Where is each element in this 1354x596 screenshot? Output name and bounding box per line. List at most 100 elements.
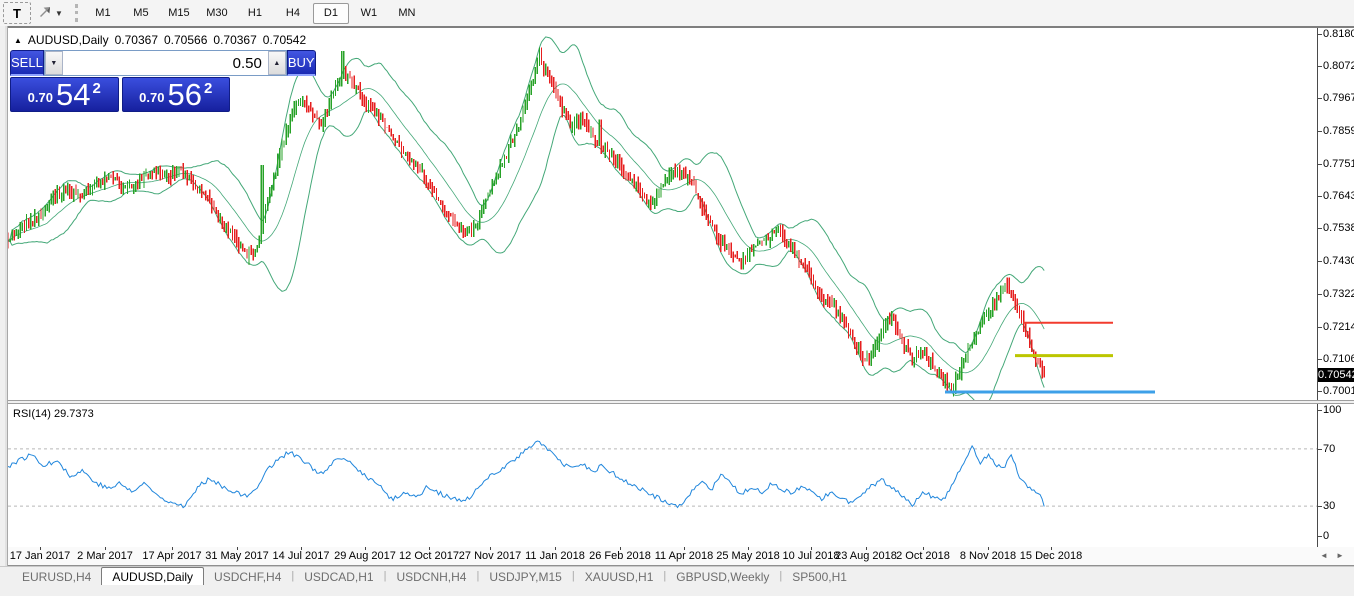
rsi-axis-tick bbox=[1318, 506, 1322, 507]
timeframe-button-mn[interactable]: MN bbox=[389, 3, 425, 24]
buy-price-pip: 2 bbox=[204, 80, 212, 97]
chart-tab-sp500[interactable]: SP500,H1 bbox=[782, 568, 857, 585]
text-tool-icon: T bbox=[13, 6, 21, 21]
date-axis-label: 11 Jan 2018 bbox=[525, 550, 585, 562]
rsi-axis-label: 100 bbox=[1323, 404, 1354, 416]
ohlc-open: 0.70367 bbox=[115, 33, 158, 47]
buy-price-button[interactable]: 0.70 56 2 bbox=[122, 77, 231, 112]
chart-tab-audusd[interactable]: AUDUSD,Daily bbox=[101, 567, 204, 585]
price-axis-tick bbox=[1318, 66, 1322, 67]
workspace-left-divider bbox=[0, 26, 8, 585]
ohlc-close: 0.70542 bbox=[263, 33, 306, 47]
price-axis-label: 0.80720 bbox=[1323, 60, 1354, 72]
date-axis-label: 26 Feb 2018 bbox=[589, 550, 651, 562]
price-axis-label: 0.76430 bbox=[1323, 190, 1354, 202]
date-axis-label: 27 Nov 2017 bbox=[459, 550, 521, 562]
chart-tab-gbpusd[interactable]: GBPUSD,Weekly bbox=[666, 568, 779, 585]
timeframe-button-w1[interactable]: W1 bbox=[351, 3, 387, 24]
price-axis-tick bbox=[1318, 131, 1322, 132]
price-axis-label: 0.70010 bbox=[1323, 385, 1354, 397]
timeframe-button-h1[interactable]: H1 bbox=[237, 3, 273, 24]
date-axis-label: 8 Nov 2018 bbox=[960, 550, 1016, 562]
timeframe-button-m5[interactable]: M5 bbox=[123, 3, 159, 24]
rsi-axis-tick bbox=[1318, 449, 1322, 450]
date-axis-label: 2 Mar 2017 bbox=[77, 550, 133, 562]
date-axis[interactable]: ◄ ► 17 Jan 2017 2 Mar 2017 17 Apr 2017 31 M… bbox=[8, 547, 1354, 565]
date-axis-label: 17 Jan 2017 bbox=[10, 550, 71, 562]
price-axis-label: 0.78590 bbox=[1323, 125, 1354, 137]
timeframe-button-h4[interactable]: H4 bbox=[275, 3, 311, 24]
pane-splitter[interactable] bbox=[8, 400, 1354, 404]
chart-ohlc-header: ▲ AUDUSD,Daily 0.70367 0.70566 0.70367 0… bbox=[14, 33, 306, 47]
date-axis-label: 2 Oct 2018 bbox=[896, 550, 950, 562]
chart-tab-xauusd[interactable]: XAUUSD,H1 bbox=[575, 568, 664, 585]
rsi-indicator-label: RSI(14) 29.7373 bbox=[13, 408, 94, 420]
price-axis-tick bbox=[1318, 164, 1322, 165]
rsi-axis-label: 30 bbox=[1323, 500, 1354, 512]
chart-tab-usdcad[interactable]: USDCAD,H1 bbox=[294, 568, 383, 585]
volume-increase-button[interactable]: ▲ bbox=[268, 51, 286, 75]
price-axis-label: 0.71060 bbox=[1323, 353, 1354, 365]
tab-scroll-right-icon[interactable]: ► bbox=[1336, 551, 1344, 560]
price-axis-tick bbox=[1318, 294, 1322, 295]
timeframe-button-m15[interactable]: M15 bbox=[161, 3, 197, 24]
timeframe-button-m30[interactable]: M30 bbox=[199, 3, 235, 24]
date-axis-label: 11 Apr 2018 bbox=[655, 550, 714, 562]
current-price-tag: 0.70542 bbox=[1318, 368, 1354, 382]
date-axis-label: 15 Dec 2018 bbox=[1020, 550, 1082, 562]
sell-button[interactable]: SELL bbox=[10, 50, 44, 76]
date-axis-label: 14 Jul 2017 bbox=[273, 550, 330, 562]
volume-input[interactable] bbox=[63, 51, 268, 75]
buy-price-prefix: 0.70 bbox=[139, 90, 164, 105]
price-axis-tick bbox=[1318, 391, 1322, 392]
text-label-tool-button[interactable]: T bbox=[3, 2, 31, 24]
price-axis-label: 0.75380 bbox=[1323, 222, 1354, 234]
date-axis-label: 10 Jul 2018 bbox=[783, 550, 840, 562]
one-click-trading-panel: SELL ▼ ▲ BUY 0.70 54 2 0.70 bbox=[10, 50, 230, 112]
rsi-axis-label: 0 bbox=[1323, 530, 1354, 542]
rsi-chart-canvas[interactable] bbox=[8, 404, 1317, 547]
chart-tab-usdchf[interactable]: USDCHF,H4 bbox=[204, 568, 291, 585]
ohlc-high: 0.70566 bbox=[164, 33, 207, 47]
chart-symbol-label: AUDUSD,Daily bbox=[28, 33, 109, 47]
sell-button-label: SELL bbox=[11, 55, 43, 70]
chart-tab-usdjpy[interactable]: USDJPY,M15 bbox=[479, 568, 571, 585]
price-axis-label: 0.81800 bbox=[1323, 28, 1354, 40]
price-axis-label: 0.74300 bbox=[1323, 255, 1354, 267]
price-axis-tick bbox=[1318, 98, 1322, 99]
arrows-tool-button[interactable]: ▼ bbox=[34, 3, 67, 23]
price-axis-tick bbox=[1318, 327, 1322, 328]
tab-scroll-left-icon[interactable]: ◄ bbox=[1320, 551, 1328, 560]
timeframe-button-m1[interactable]: M1 bbox=[85, 3, 121, 24]
buy-button[interactable]: BUY bbox=[287, 50, 316, 76]
volume-decrease-button[interactable]: ▼ bbox=[45, 51, 63, 75]
chevron-down-icon: ▼ bbox=[55, 9, 63, 18]
date-axis-label: 12 Oct 2017 bbox=[399, 550, 459, 562]
chart-tab-usdcnh[interactable]: USDCNH,H4 bbox=[386, 568, 476, 585]
chart-tab-bar: EURUSD,H4AUDUSD,DailyUSDCHF,H4|USDCAD,H1… bbox=[0, 566, 1354, 585]
date-axis-label: 17 Apr 2017 bbox=[142, 550, 201, 562]
price-axis-tick bbox=[1318, 261, 1322, 262]
chart-tab-eurusd[interactable]: EURUSD,H4 bbox=[12, 568, 101, 585]
buy-button-label: BUY bbox=[288, 55, 315, 70]
price-axis-label: 0.72140 bbox=[1323, 321, 1354, 333]
sell-price-prefix: 0.70 bbox=[28, 90, 53, 105]
sell-price-pip: 2 bbox=[92, 80, 100, 97]
price-axis-label: 0.77510 bbox=[1323, 158, 1354, 170]
price-axis-tick bbox=[1318, 228, 1322, 229]
price-axis[interactable]: 0.70542 0.818000.807200.796700.785900.77… bbox=[1317, 28, 1354, 547]
chart-window: ▲ AUDUSD,Daily 0.70367 0.70566 0.70367 0… bbox=[8, 26, 1354, 566]
volume-stepper: ▼ ▲ bbox=[44, 50, 287, 76]
rsi-axis-label: 70 bbox=[1323, 443, 1354, 455]
toolbar-grip bbox=[75, 4, 78, 22]
price-axis-tick bbox=[1318, 196, 1322, 197]
price-axis-label: 0.73220 bbox=[1323, 288, 1354, 300]
rsi-axis-tick bbox=[1318, 410, 1322, 411]
symbol-marker-icon: ▲ bbox=[14, 36, 22, 45]
arrows-tool-icon bbox=[38, 5, 53, 21]
date-axis-label: 31 May 2017 bbox=[205, 550, 269, 562]
sell-price-button[interactable]: 0.70 54 2 bbox=[10, 77, 119, 112]
timeframe-button-d1[interactable]: D1 bbox=[313, 3, 349, 24]
bottom-strip bbox=[0, 585, 1354, 596]
date-axis-label: 29 Aug 2017 bbox=[334, 550, 396, 562]
